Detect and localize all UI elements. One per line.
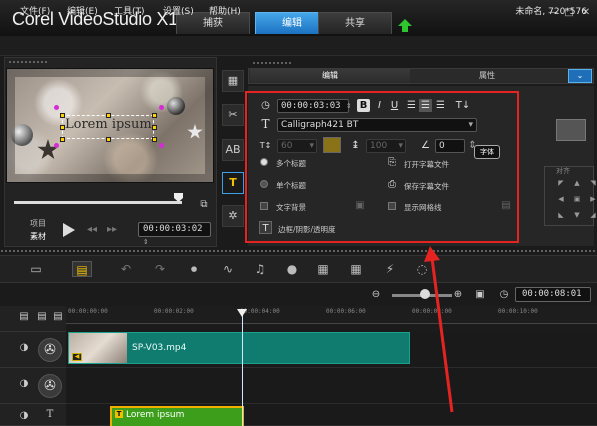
audio-mixer-icon[interactable]: ∿ bbox=[218, 261, 238, 277]
resize-handle[interactable] bbox=[60, 113, 65, 118]
tab-options-edit[interactable]: 编辑 bbox=[250, 69, 410, 83]
video-clip-name: SP-V03.mp4 bbox=[132, 343, 187, 353]
preset-swatch[interactable] bbox=[556, 119, 586, 141]
resize-handle[interactable] bbox=[152, 125, 157, 130]
menu-tools[interactable]: 工具(T) bbox=[114, 4, 145, 17]
clock-icon: ◷ bbox=[499, 289, 509, 300]
resize-handle[interactable] bbox=[60, 137, 65, 142]
timeline-grip[interactable] bbox=[0, 249, 597, 253]
align-top-right-icon[interactable]: ◥ bbox=[589, 179, 597, 187]
ruler-tick: 00:00:08:00 bbox=[412, 308, 452, 315]
previous-frame-icon[interactable]: ◂◂ bbox=[86, 224, 98, 236]
time-remap-icon[interactable]: ⚡ bbox=[380, 261, 400, 277]
title-tool-icon[interactable]: T bbox=[222, 172, 244, 194]
rotate-handle[interactable] bbox=[54, 143, 59, 148]
preview-timecode[interactable]: 00:00:03:02 ⇕ bbox=[138, 222, 211, 247]
play-icon[interactable] bbox=[60, 222, 76, 238]
resize-handle[interactable] bbox=[106, 137, 111, 142]
menu-bar bbox=[0, 36, 597, 56]
storyboard-view-icon[interactable]: ▭ bbox=[26, 261, 46, 277]
project-mode-label[interactable]: 项目 bbox=[30, 218, 46, 229]
tab-options-attribute[interactable]: 属性 bbox=[412, 69, 562, 83]
film-reel-icon[interactable]: ✇ bbox=[38, 374, 62, 398]
timeline-view-icon[interactable]: ▤ bbox=[72, 261, 92, 277]
enlarge-icon[interactable]: ⧉ bbox=[198, 199, 210, 211]
align-left-side-icon[interactable]: ◀ bbox=[557, 195, 565, 203]
mask-creator-icon[interactable]: ◌ bbox=[412, 261, 432, 277]
title-clip-icon: T bbox=[115, 410, 123, 418]
menu-file[interactable]: 文件(F) bbox=[20, 4, 50, 17]
scrub-bar[interactable] bbox=[14, 201, 182, 204]
project-info: 未命名, 720*576 bbox=[515, 7, 587, 17]
track-visibility-icon[interactable]: ◑ bbox=[18, 342, 30, 354]
playhead-line[interactable] bbox=[242, 312, 243, 426]
zoom-in-icon[interactable]: ⊕ bbox=[452, 289, 464, 301]
rotate-handle[interactable] bbox=[54, 105, 59, 110]
align-bottom-right-icon[interactable]: ◢ bbox=[589, 211, 597, 219]
ruler-tick: 00:00:06:00 bbox=[326, 308, 366, 315]
align-top-left-icon[interactable]: ◤ bbox=[557, 179, 565, 187]
rotate-handle[interactable] bbox=[159, 105, 164, 110]
resize-handle[interactable] bbox=[152, 113, 157, 118]
tab-share[interactable]: 共享 bbox=[318, 12, 392, 34]
audio-icon: ◀ bbox=[72, 353, 82, 361]
instant-project-icon[interactable]: ▦ bbox=[222, 70, 244, 92]
subtitle-editor-icon[interactable]: ▦ bbox=[313, 261, 333, 277]
ruler-tick: 00:00:00:00 bbox=[68, 308, 108, 315]
upload-icon[interactable] bbox=[398, 17, 412, 32]
title-track-icon: T bbox=[46, 409, 54, 420]
resize-handle[interactable] bbox=[152, 137, 157, 142]
track-visibility-icon[interactable]: ◑ bbox=[18, 378, 30, 390]
title-track-header bbox=[0, 404, 66, 426]
rotate-handle[interactable] bbox=[159, 143, 164, 148]
overlay-track[interactable] bbox=[66, 368, 597, 404]
filter-icon[interactable]: ✲ bbox=[222, 205, 244, 227]
red-highlight-box bbox=[245, 91, 519, 243]
motion-track-icon[interactable]: ● bbox=[282, 261, 302, 277]
align-bottom-left-icon[interactable]: ◣ bbox=[557, 211, 565, 219]
panel-grip[interactable] bbox=[8, 60, 48, 64]
timeline-timecode[interactable]: 00:00:08:01 bbox=[515, 287, 591, 302]
transition-icon[interactable]: ✂ bbox=[222, 104, 244, 126]
options-collapse-button[interactable]: ⌄ bbox=[568, 69, 592, 83]
align-grid bbox=[544, 166, 594, 226]
menu-edit[interactable]: 编辑(E) bbox=[67, 4, 98, 17]
add-track-icon[interactable]: ▤ bbox=[36, 311, 48, 323]
resize-handle[interactable] bbox=[60, 125, 65, 130]
transition-ab-icon[interactable]: AB bbox=[222, 139, 244, 161]
title-clip-name: Lorem ipsum bbox=[126, 410, 185, 420]
zoom-out-icon[interactable]: ⊖ bbox=[370, 289, 382, 301]
redo-icon[interactable]: ↷ bbox=[150, 261, 170, 277]
multi-camera-icon[interactable]: ▦ bbox=[346, 261, 366, 277]
align-right-side-icon[interactable]: ▶ bbox=[589, 195, 597, 203]
film-reel-icon[interactable]: ✇ bbox=[38, 338, 62, 362]
undo-icon[interactable]: ↶ bbox=[116, 261, 136, 277]
fit-project-icon[interactable]: ▣ bbox=[474, 289, 486, 301]
ruler-tick: 00:00:10:00 bbox=[498, 308, 538, 315]
align-bottom-icon[interactable]: ▼ bbox=[573, 211, 581, 219]
auto-music-icon[interactable]: ♫ bbox=[250, 261, 270, 277]
track-visibility-icon[interactable]: ◑ bbox=[18, 410, 30, 422]
menu-help[interactable]: 帮助(H) bbox=[209, 4, 241, 17]
ripple-edit-icon[interactable]: ▤ bbox=[52, 311, 64, 323]
menu-settings[interactable]: 设置(S) bbox=[163, 4, 194, 17]
resize-handle[interactable] bbox=[106, 113, 111, 118]
panel-grip[interactable] bbox=[252, 61, 292, 65]
overlay-title-text[interactable]: Lorem ipsum bbox=[65, 117, 152, 132]
zoom-slider-knob[interactable] bbox=[420, 289, 430, 299]
align-center-box-icon[interactable]: ▣ bbox=[573, 195, 581, 203]
track-manager-icon[interactable]: ▤ bbox=[18, 311, 30, 323]
next-frame-icon[interactable]: ▸▸ bbox=[106, 224, 118, 236]
clip-mode-label[interactable]: 素材 bbox=[30, 231, 46, 242]
ruler-tick: 00:00:02:00 bbox=[154, 308, 194, 315]
align-top-icon[interactable]: ▲ bbox=[573, 179, 581, 187]
record-capture-icon[interactable]: ⏺ bbox=[184, 261, 204, 277]
